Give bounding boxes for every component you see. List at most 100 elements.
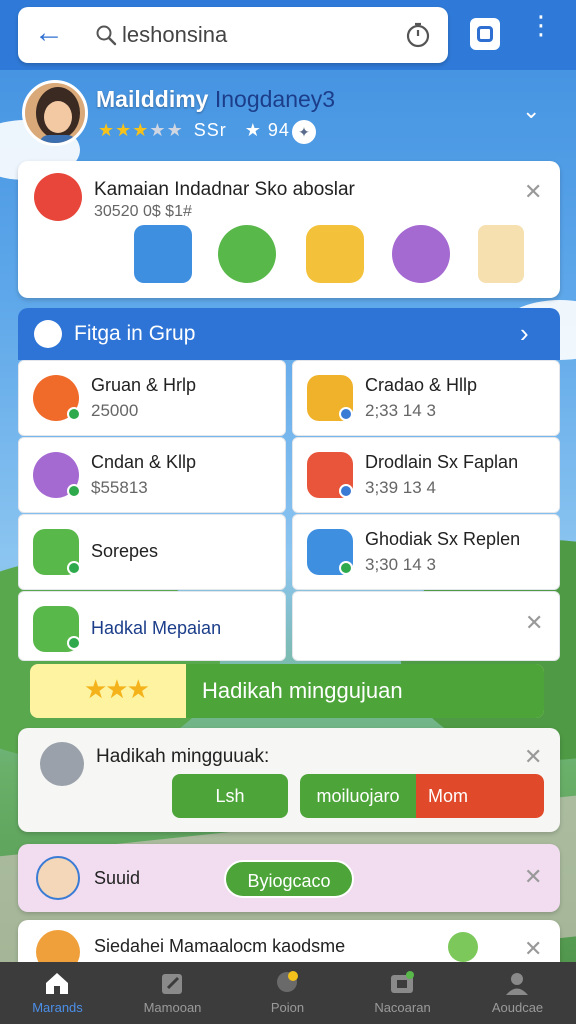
cat-icon bbox=[40, 742, 84, 786]
social-action-button[interactable]: Byiogcaco bbox=[224, 860, 354, 898]
notification-avatar bbox=[34, 173, 82, 221]
cat-reward-icon[interactable] bbox=[218, 225, 276, 283]
status-dot bbox=[339, 407, 353, 421]
nav-item-profile[interactable]: Aoudcae bbox=[460, 962, 575, 1024]
top-bar: ← leshonsina ⋮ bbox=[0, 0, 576, 70]
back-arrow-icon[interactable]: ← bbox=[34, 18, 64, 49]
document-reward-icon[interactable] bbox=[478, 225, 524, 283]
character-reward-icon[interactable] bbox=[392, 225, 450, 283]
cell-title: Hadkal Mepaian bbox=[91, 618, 222, 638]
star-icon: ★ bbox=[149, 120, 167, 140]
weekly-left-button[interactable]: Lsh bbox=[172, 774, 288, 818]
weekly-right-button[interactable]: Mom bbox=[416, 774, 544, 818]
profile-score-secondary: ★ 94 bbox=[244, 120, 290, 140]
gift-icon[interactable] bbox=[448, 932, 478, 962]
nav-item-home[interactable]: Marands bbox=[0, 962, 115, 1024]
avatar[interactable] bbox=[36, 856, 80, 900]
search-input[interactable]: leshonsina bbox=[122, 22, 227, 48]
group-icon bbox=[34, 320, 62, 348]
badge-icon[interactable]: ✦ bbox=[292, 120, 316, 144]
status-dot bbox=[67, 636, 81, 650]
nav-item-edit[interactable]: Mamooan bbox=[115, 962, 230, 1024]
list-item-title: Siedahei Mamaalocm kaodsme bbox=[94, 936, 346, 956]
weekly-card[interactable]: Hadikah mingguuak: ✕ Lsh moiluojaro Mom bbox=[18, 728, 560, 832]
cell-title: Sorepes bbox=[91, 541, 159, 561]
star-icon: ★ bbox=[98, 120, 116, 140]
search-box[interactable]: ← leshonsina bbox=[18, 7, 448, 63]
nav-item-camera[interactable]: Nacoaran bbox=[345, 962, 460, 1024]
close-icon[interactable]: ✕ bbox=[524, 938, 542, 960]
cell-title: Cradao & Hllp bbox=[365, 375, 478, 395]
cell-subtitle: 3;39 13 4 bbox=[365, 478, 436, 497]
camera-icon bbox=[391, 971, 414, 993]
nav-label: Mamooan bbox=[143, 1000, 202, 1015]
profile-username: Mailddimy bbox=[96, 86, 209, 112]
status-dot bbox=[67, 561, 81, 575]
empty-cell: ✕ bbox=[292, 591, 560, 661]
rating-row: ★★★★★ SSr ★ 94 bbox=[98, 120, 290, 141]
nav-item-location[interactable]: Poion bbox=[230, 962, 345, 1024]
group-cell[interactable]: Sorepes bbox=[18, 514, 286, 590]
timer-icon[interactable] bbox=[404, 21, 432, 49]
more-options-icon[interactable]: ⋮ bbox=[528, 12, 554, 50]
social-name: Suuid bbox=[94, 868, 141, 888]
cell-title: Ghodiak Sx Replen bbox=[365, 529, 521, 549]
weekly-banner-label: Hadikah minggujuan bbox=[202, 678, 403, 703]
cell-subtitle: 25000 bbox=[91, 401, 139, 420]
group-cell[interactable]: Hadkal Mepaian bbox=[18, 591, 286, 661]
weekly-card-title: Hadikah mingguuak: bbox=[96, 746, 270, 767]
star-icon: ★ bbox=[132, 120, 150, 140]
chevron-down-icon[interactable]: ⌄ bbox=[522, 98, 540, 124]
close-icon[interactable]: ✕ bbox=[524, 181, 542, 203]
profile-header[interactable]: Mailddimy Inogdaney3 ★★★★★ SSr ★ 94 ✦ ⌄ bbox=[0, 70, 576, 158]
nav-label: Nacoaran bbox=[374, 1000, 431, 1015]
close-icon[interactable]: ✕ bbox=[524, 746, 542, 768]
star-icon: ★★★ bbox=[84, 674, 150, 704]
chevron-right-icon[interactable]: › bbox=[520, 318, 529, 349]
group-header[interactable]: Fitga in Grup › bbox=[18, 308, 560, 360]
cell-title: Cndan & Kllp bbox=[91, 452, 197, 472]
notification-card[interactable]: Kamaian Indadnar Sko aboslar 30520 0$ $1… bbox=[18, 161, 560, 298]
camera-icon[interactable] bbox=[470, 18, 500, 50]
home-icon bbox=[46, 973, 68, 994]
weekly-mid-button[interactable]: moiluojaro bbox=[300, 774, 416, 818]
weekly-banner[interactable]: ★★★ Hadikah minggujuan bbox=[30, 664, 544, 718]
edit-icon bbox=[162, 974, 182, 994]
group-cell[interactable]: Gruan & Hrlp 25000 bbox=[18, 360, 286, 436]
group-cell[interactable]: Cndan & Kllp $55813 bbox=[18, 437, 286, 513]
avatar[interactable] bbox=[22, 80, 88, 146]
profile-score-value: 94 bbox=[267, 120, 290, 140]
nav-label: Poion bbox=[270, 1000, 305, 1015]
bottom-navigation: Marands Mamooan Poion Nacoaran Aoudcae bbox=[0, 962, 576, 1024]
cell-subtitle: 2;33 14 3 bbox=[365, 401, 436, 420]
weekly-split-button[interactable]: moiluojaro Mom bbox=[300, 774, 544, 818]
close-icon[interactable]: ✕ bbox=[525, 612, 543, 634]
group-cell[interactable]: Ghodiak Sx Replen 3;30 14 3 bbox=[292, 514, 560, 590]
nav-label: Marands bbox=[32, 1000, 83, 1015]
cell-subtitle: 3;30 14 3 bbox=[365, 555, 436, 574]
cell-title: Drodlain Sx Faplan bbox=[365, 452, 519, 472]
group-cell[interactable]: Cradao & Hllp 2;33 14 3 bbox=[292, 360, 560, 436]
nav-label: Aoudcae bbox=[491, 1000, 544, 1015]
location-icon bbox=[277, 971, 298, 992]
key-reward-icon[interactable] bbox=[306, 225, 364, 283]
status-dot bbox=[339, 561, 353, 575]
status-dot bbox=[339, 484, 353, 498]
profile-handle: Inogdaney3 bbox=[214, 86, 336, 112]
search-icon bbox=[96, 25, 117, 46]
group-cell[interactable]: Drodlain Sx Faplan 3;39 13 4 bbox=[292, 437, 560, 513]
cell-title: Gruan & Hrlp bbox=[91, 375, 197, 395]
notification-subtitle: 30520 0$ $1# bbox=[94, 203, 192, 220]
status-dot bbox=[67, 407, 81, 421]
profile-name: Mailddimy Inogdaney3 bbox=[96, 86, 335, 113]
group-title: Fitga in Grup bbox=[74, 322, 196, 345]
social-card[interactable]: Suuid Byiogcaco ✕ bbox=[18, 844, 560, 912]
close-icon[interactable]: ✕ bbox=[524, 866, 542, 888]
star-icon: ★ bbox=[115, 120, 133, 140]
profile-score: SSr bbox=[193, 120, 227, 140]
user-icon bbox=[506, 973, 528, 995]
status-dot bbox=[67, 484, 81, 498]
gift-box-icon[interactable] bbox=[134, 225, 192, 283]
star-icon: ★ bbox=[166, 120, 184, 140]
notification-title: Kamaian Indadnar Sko aboslar bbox=[94, 179, 355, 200]
